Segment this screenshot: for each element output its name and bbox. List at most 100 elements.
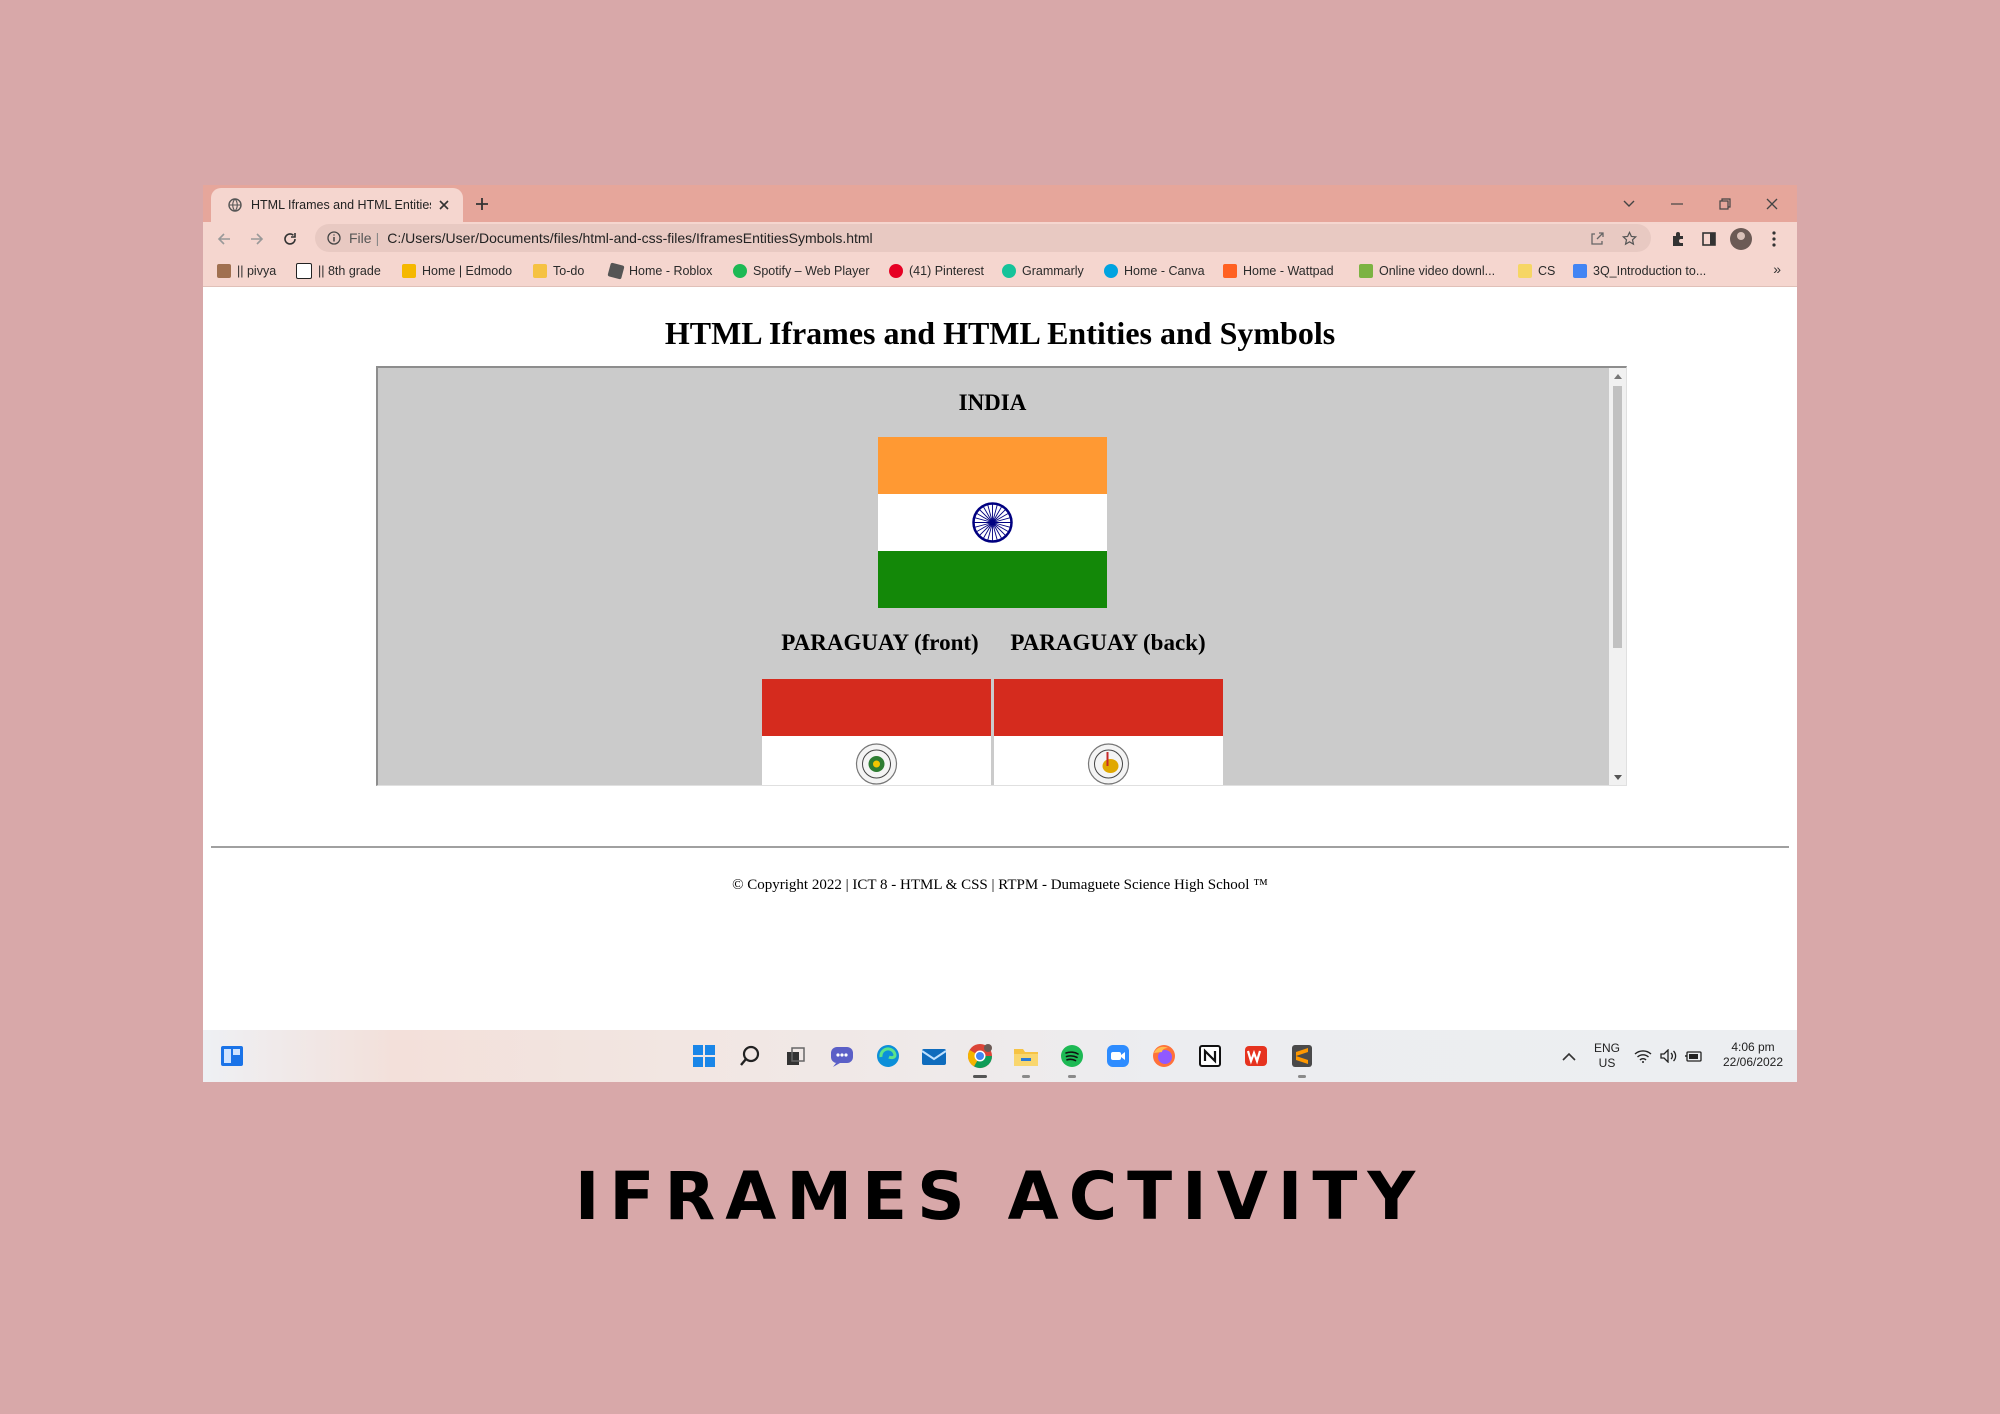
close-window-icon[interactable] bbox=[1760, 193, 1784, 215]
notion-icon[interactable] bbox=[1196, 1042, 1224, 1070]
bookmark-folder[interactable]: CS bbox=[1518, 262, 1555, 280]
url-scheme: File bbox=[349, 230, 372, 246]
url-separator: | bbox=[375, 230, 380, 246]
bookmark-item[interactable]: Home - Roblox bbox=[607, 262, 713, 280]
iframe-scrollbar[interactable] bbox=[1609, 368, 1626, 785]
bookmark-item[interactable]: || 8th grade bbox=[296, 262, 381, 280]
start-icon[interactable] bbox=[690, 1042, 718, 1070]
bookmark-item[interactable]: Spotify – Web Player bbox=[733, 262, 870, 280]
clock-date: 22/06/2022 bbox=[1722, 1055, 1784, 1069]
url-text[interactable]: C:/Users/User/Documents/files/html-and-c… bbox=[387, 230, 872, 246]
toolbar: File | C:/Users/User/Documents/files/htm… bbox=[203, 222, 1797, 255]
grammarly-icon bbox=[1002, 264, 1016, 278]
horizontal-rule bbox=[211, 846, 1789, 848]
bookmark-label: Online video downl... bbox=[1379, 264, 1496, 278]
bookmark-item[interactable]: Home | Edmodo bbox=[402, 262, 512, 280]
mail-icon[interactable] bbox=[920, 1042, 948, 1070]
running-indicator bbox=[1068, 1075, 1076, 1078]
edge-icon[interactable] bbox=[874, 1042, 902, 1070]
page-footer: © Copyright 2022 | ICT 8 - HTML & CSS | … bbox=[732, 877, 1268, 893]
bookmark-label: || pivya bbox=[237, 264, 277, 278]
bookmark-item[interactable]: || pivya bbox=[217, 262, 276, 280]
caption-title: IFRAMES ACTIVITY bbox=[574, 1158, 1426, 1235]
bookmark-label: Home | Edmodo bbox=[422, 264, 513, 278]
menu-icon[interactable] bbox=[1763, 228, 1785, 250]
bookmark-item[interactable]: 3Q_Introduction to... bbox=[1573, 262, 1706, 280]
spotify-icon[interactable] bbox=[1058, 1042, 1086, 1078]
ashoka-chakra-icon bbox=[972, 502, 1013, 543]
chevron-up-icon[interactable] bbox=[1555, 1042, 1583, 1070]
share-icon[interactable] bbox=[1587, 228, 1607, 248]
wattpad-icon bbox=[1223, 264, 1237, 278]
bookmark-label: 3Q_Introduction to... bbox=[1593, 264, 1707, 278]
bookmarks-overflow-button[interactable]: » bbox=[1773, 261, 1781, 277]
back-icon[interactable] bbox=[213, 228, 235, 250]
spotify-icon bbox=[733, 264, 747, 278]
wps-office-icon[interactable] bbox=[1242, 1042, 1270, 1070]
paraguay-flag-back bbox=[994, 679, 1223, 785]
tab-search-icon[interactable] bbox=[1617, 193, 1641, 215]
restore-icon[interactable] bbox=[1713, 193, 1737, 215]
minimize-icon[interactable] bbox=[1665, 193, 1689, 215]
browser-window: HTML Iframes and HTML Entities File | C:… bbox=[203, 185, 1797, 1082]
bookmarks-bar: || pivya || 8th grade Home | Edmodo To-d… bbox=[203, 255, 1797, 287]
browser-tab[interactable]: HTML Iframes and HTML Entities bbox=[211, 188, 463, 222]
bookmark-label: (41) Pinterest bbox=[909, 264, 985, 278]
forward-icon[interactable] bbox=[246, 228, 268, 250]
india-flag bbox=[878, 437, 1107, 608]
profile-avatar[interactable] bbox=[1730, 228, 1752, 250]
bookmark-item[interactable]: Grammarly bbox=[1002, 262, 1084, 280]
clock-time: 4:06 pm bbox=[1731, 1040, 1775, 1054]
docs-icon bbox=[1573, 264, 1587, 278]
globe-icon bbox=[227, 197, 243, 213]
paraguay-seal-front-icon bbox=[855, 743, 898, 785]
clock[interactable]: 4:06 pm 22/06/2022 bbox=[1713, 1040, 1793, 1070]
tab-strip: HTML Iframes and HTML Entities bbox=[203, 185, 1797, 222]
web-page: HTML Iframes and HTML Entities and Symbo… bbox=[203, 287, 1797, 1030]
sublime-text-icon[interactable] bbox=[1288, 1042, 1316, 1078]
address-bar[interactable]: File | C:/Users/User/Documents/files/htm… bbox=[315, 224, 1651, 252]
task-view-icon[interactable] bbox=[782, 1042, 810, 1070]
bookmark-item[interactable]: To-do bbox=[533, 262, 584, 280]
active-indicator bbox=[973, 1075, 987, 1078]
firefox-icon[interactable] bbox=[1150, 1042, 1178, 1070]
iframe-viewport[interactable]: INDIA PARAGUAY (front) PARAGUAY (back) bbox=[376, 366, 1627, 786]
bookmark-label: Spotify – Web Player bbox=[753, 264, 870, 278]
zoom-icon[interactable] bbox=[1104, 1042, 1132, 1070]
close-icon[interactable] bbox=[435, 196, 453, 214]
bookmark-label: Home - Wattpad bbox=[1243, 264, 1334, 278]
reload-icon[interactable] bbox=[279, 228, 301, 250]
running-indicator bbox=[1022, 1075, 1030, 1078]
new-tab-button[interactable] bbox=[471, 193, 493, 215]
info-icon[interactable] bbox=[325, 229, 343, 247]
teams-chat-icon[interactable] bbox=[828, 1042, 856, 1070]
file-explorer-icon[interactable] bbox=[1012, 1042, 1040, 1078]
scrollbar-thumb[interactable] bbox=[1613, 386, 1622, 648]
chrome-icon[interactable] bbox=[966, 1042, 994, 1078]
paraguay-back-heading: PARAGUAY (back) bbox=[1010, 630, 1206, 655]
region-code: US bbox=[1598, 1056, 1616, 1070]
todo-icon bbox=[533, 264, 547, 278]
language-code: ENG bbox=[1593, 1041, 1620, 1055]
scroll-down-icon[interactable] bbox=[1612, 772, 1623, 783]
side-panel-icon[interactable] bbox=[1698, 228, 1720, 250]
bookmark-item[interactable]: Home - Canva bbox=[1104, 262, 1205, 280]
scroll-up-icon[interactable] bbox=[1612, 370, 1623, 381]
volume-icon[interactable] bbox=[1655, 1042, 1683, 1070]
bookmark-item[interactable]: (41) Pinterest bbox=[889, 262, 984, 280]
india-heading: INDIA bbox=[958, 390, 1027, 415]
taskbar: ENG US 4:06 pm 22/06/2022 bbox=[203, 1030, 1797, 1082]
extensions-icon[interactable] bbox=[1667, 228, 1689, 250]
language-indicator[interactable]: ENG US bbox=[1587, 1041, 1627, 1071]
search-icon[interactable] bbox=[736, 1042, 764, 1070]
bookmark-item[interactable]: Online video downl... bbox=[1359, 262, 1495, 280]
wifi-icon[interactable] bbox=[1629, 1042, 1657, 1070]
edmodo-icon bbox=[402, 264, 416, 278]
bookmark-label: Home - Roblox bbox=[629, 264, 713, 278]
bookmark-star-icon[interactable] bbox=[1619, 228, 1639, 248]
bookmark-label: Grammarly bbox=[1022, 264, 1084, 278]
battery-icon[interactable] bbox=[1680, 1042, 1708, 1070]
widgets-icon[interactable] bbox=[218, 1042, 246, 1070]
bookmark-image-icon bbox=[217, 264, 231, 278]
bookmark-item[interactable]: Home - Wattpad bbox=[1223, 262, 1334, 280]
